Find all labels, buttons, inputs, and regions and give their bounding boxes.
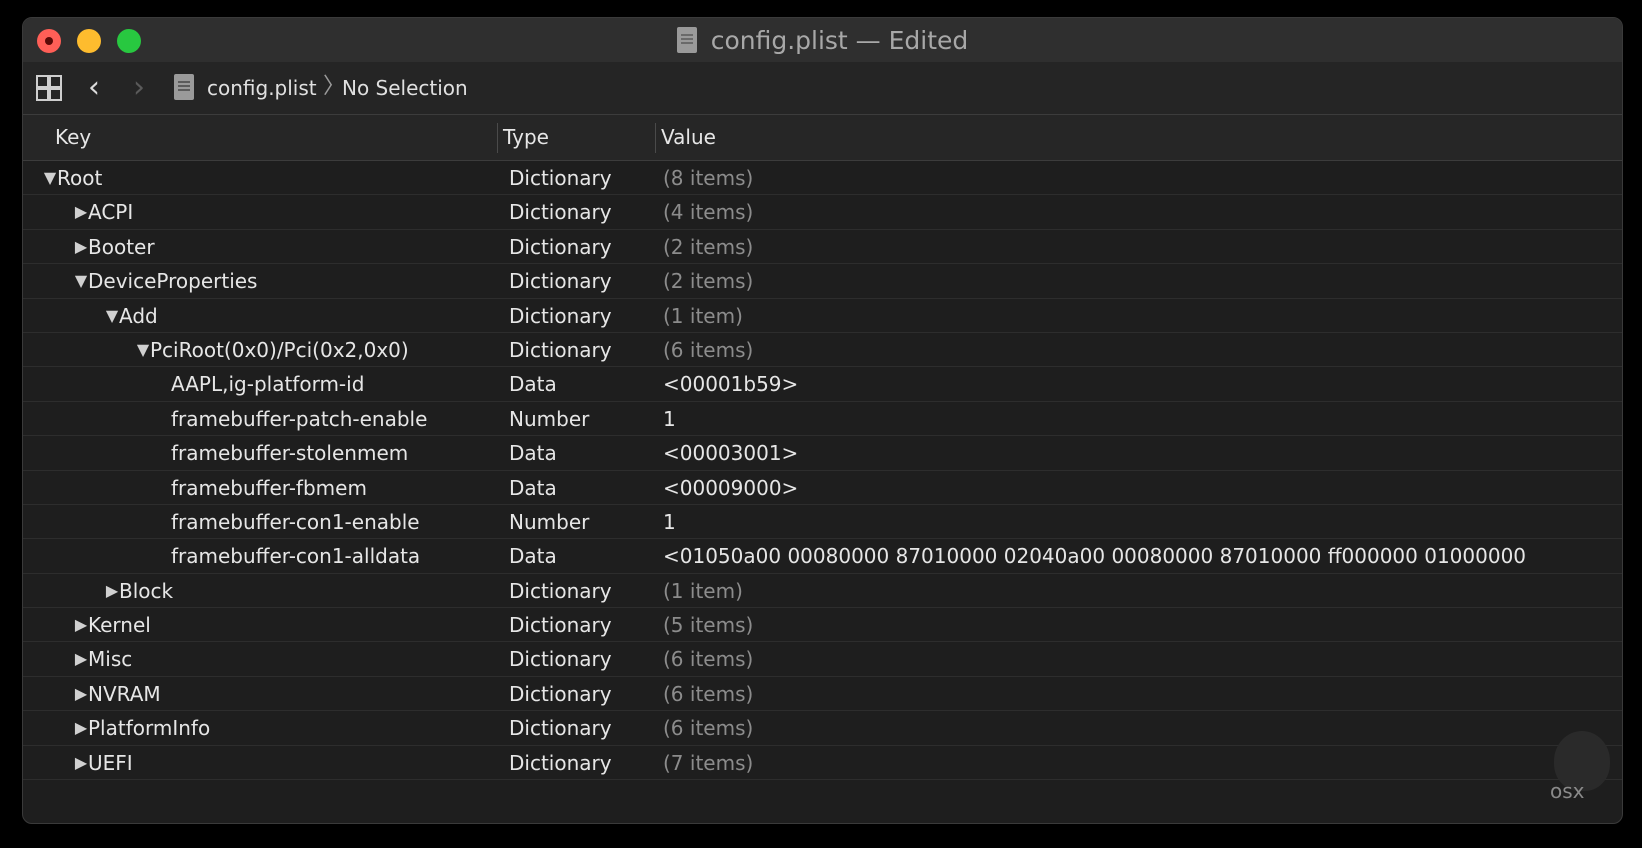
outline-row[interactable]: ▶ UEFI Dictionary (7 items)	[23, 746, 1622, 781]
forward-chevron-icon[interactable]: ›	[125, 73, 153, 103]
row-value[interactable]: <01050a00 00080000 87010000 02040a00 000…	[663, 539, 1526, 573]
outline-row[interactable]: ▼ Root Dictionary (8 items)	[23, 161, 1622, 196]
row-value[interactable]: 1	[663, 402, 676, 436]
breadcrumb-document-icon	[174, 74, 194, 100]
row-value[interactable]: (7 items)	[663, 746, 753, 780]
column-header-type[interactable]: Type	[503, 115, 549, 160]
row-key[interactable]: framebuffer-stolenmem	[171, 436, 408, 470]
plist-outline: ▼ Root Dictionary (8 items) ▶ ACPI Dictionary(…	[23, 161, 1622, 781]
row-type[interactable]: Dictionary	[509, 299, 612, 333]
window-title: config.plist — Edited	[23, 18, 1622, 62]
row-value[interactable]: (8 items)	[663, 161, 753, 195]
row-key[interactable]: DeviceProperties	[88, 264, 257, 298]
row-type[interactable]: Dictionary	[509, 161, 612, 195]
row-type[interactable]: Number	[509, 505, 589, 539]
outline-row[interactable]: ▶ Kernel Dictionary (5 items)	[23, 608, 1622, 643]
row-key[interactable]: ACPI	[88, 195, 133, 229]
window-title-text: config.plist — Edited	[710, 25, 969, 55]
row-key[interactable]: NVRAM	[88, 677, 161, 711]
outline-row[interactable]: ▶ Misc Dictionary (6 items)	[23, 642, 1622, 677]
outline-row[interactable]: ▼ PciRoot(0x0)/Pci(0x2,0x0) Dictionary (6 i…	[23, 333, 1622, 368]
column-divider[interactable]	[655, 123, 656, 153]
row-value[interactable]: (6 items)	[663, 677, 753, 711]
row-type[interactable]: Dictionary	[509, 264, 612, 298]
row-value[interactable]: (4 items)	[663, 195, 753, 229]
row-value[interactable]: (6 items)	[663, 642, 753, 676]
row-value[interactable]: (6 items)	[663, 333, 753, 367]
row-value[interactable]: (2 items)	[663, 264, 753, 298]
toolbar: ‹ › config.plist 〉 No Selection	[23, 62, 1622, 115]
row-type[interactable]: Dictionary	[509, 574, 612, 608]
column-header-key[interactable]: Key	[55, 115, 91, 160]
row-value[interactable]: (2 items)	[663, 230, 753, 264]
document-icon	[676, 27, 697, 53]
outline-row[interactable]: ▶ Booter Dictionary (2 items)	[23, 230, 1622, 265]
outline-row[interactable]: framebuffer-con1-enable Number 1	[23, 505, 1622, 540]
row-key[interactable]: framebuffer-fbmem	[171, 471, 367, 505]
row-value[interactable]: 1	[663, 505, 676, 539]
watermark-logo: osx	[1532, 723, 1622, 823]
row-type[interactable]: Data	[509, 539, 557, 573]
row-key[interactable]: framebuffer-patch-enable	[171, 402, 427, 436]
row-type[interactable]: Dictionary	[509, 711, 612, 745]
outline-row[interactable]: ▼ Add Dictionary (1 item)	[23, 299, 1622, 333]
row-type[interactable]: Number	[509, 402, 589, 436]
row-value[interactable]: (1 item)	[663, 299, 743, 333]
row-key[interactable]: AAPL,ig-platform-id	[171, 367, 364, 401]
outline-row[interactable]: ▼ DeviceProperties Dictionary (2 items)	[23, 264, 1622, 299]
row-key[interactable]: PciRoot(0x0)/Pci(0x2,0x0)	[150, 333, 409, 367]
outline-row[interactable]: ▶ PlatformInfo Dictionary (6 items)	[23, 711, 1622, 746]
row-type[interactable]: Dictionary	[509, 746, 612, 780]
outline-row[interactable]: ▶ ACPI Dictionary (4 items)	[23, 195, 1622, 230]
row-value[interactable]: <00003001>	[663, 436, 798, 470]
row-key[interactable]: Block	[119, 574, 173, 608]
row-value[interactable]: <00009000>	[663, 471, 798, 505]
column-divider[interactable]	[497, 123, 498, 153]
outline-row[interactable]: framebuffer-stolenmem Data <00003001>	[23, 436, 1622, 471]
row-key[interactable]: Kernel	[88, 608, 151, 642]
row-type[interactable]: Data	[509, 436, 557, 470]
grid-icon[interactable]	[36, 75, 62, 101]
outline-row[interactable]: framebuffer-fbmem Data <00009000>	[23, 471, 1622, 505]
row-key[interactable]: Misc	[88, 642, 132, 676]
row-type[interactable]: Dictionary	[509, 608, 612, 642]
row-type[interactable]: Dictionary	[509, 677, 612, 711]
title-bar: config.plist — Edited	[23, 18, 1622, 62]
outline-row[interactable]: AAPL,ig-platform-id Data <00001b59>	[23, 367, 1622, 402]
plist-editor-window: config.plist — Edited ‹ › config.plist 〉…	[22, 17, 1623, 824]
row-key[interactable]: UEFI	[88, 746, 133, 780]
column-header: Key Type Value	[23, 115, 1622, 161]
back-chevron-icon[interactable]: ‹	[80, 73, 108, 103]
outline-row[interactable]: framebuffer-con1-alldata Data <01050a00 00…	[23, 539, 1622, 574]
row-type[interactable]: Dictionary	[509, 230, 612, 264]
row-type[interactable]: Dictionary	[509, 642, 612, 676]
row-key[interactable]: framebuffer-con1-enable	[171, 505, 420, 539]
breadcrumb-file[interactable]: config.plist	[207, 75, 317, 101]
row-key[interactable]: Add	[119, 299, 158, 333]
row-key[interactable]: Root	[57, 161, 102, 195]
row-key[interactable]: framebuffer-con1-alldata	[171, 539, 420, 573]
row-value[interactable]: <00001b59>	[663, 367, 798, 401]
row-value[interactable]: (1 item)	[663, 574, 743, 608]
row-type[interactable]: Dictionary	[509, 333, 612, 367]
row-type[interactable]: Data	[509, 471, 557, 505]
outline-row[interactable]: ▶ NVRAM Dictionary (6 items)	[23, 677, 1622, 712]
row-key[interactable]: Booter	[88, 230, 155, 264]
row-type[interactable]: Dictionary	[509, 195, 612, 229]
outline-row[interactable]: ▶ Block Dictionary (1 item)	[23, 574, 1622, 609]
watermark-text: osx	[1550, 779, 1585, 803]
breadcrumb-selection[interactable]: No Selection	[342, 75, 468, 101]
column-header-value[interactable]: Value	[661, 115, 716, 160]
row-key[interactable]: PlatformInfo	[88, 711, 210, 745]
row-value[interactable]: (6 items)	[663, 711, 753, 745]
row-type[interactable]: Data	[509, 367, 557, 401]
row-value[interactable]: (5 items)	[663, 608, 753, 642]
outline-row[interactable]: framebuffer-patch-enable Number 1	[23, 402, 1622, 437]
